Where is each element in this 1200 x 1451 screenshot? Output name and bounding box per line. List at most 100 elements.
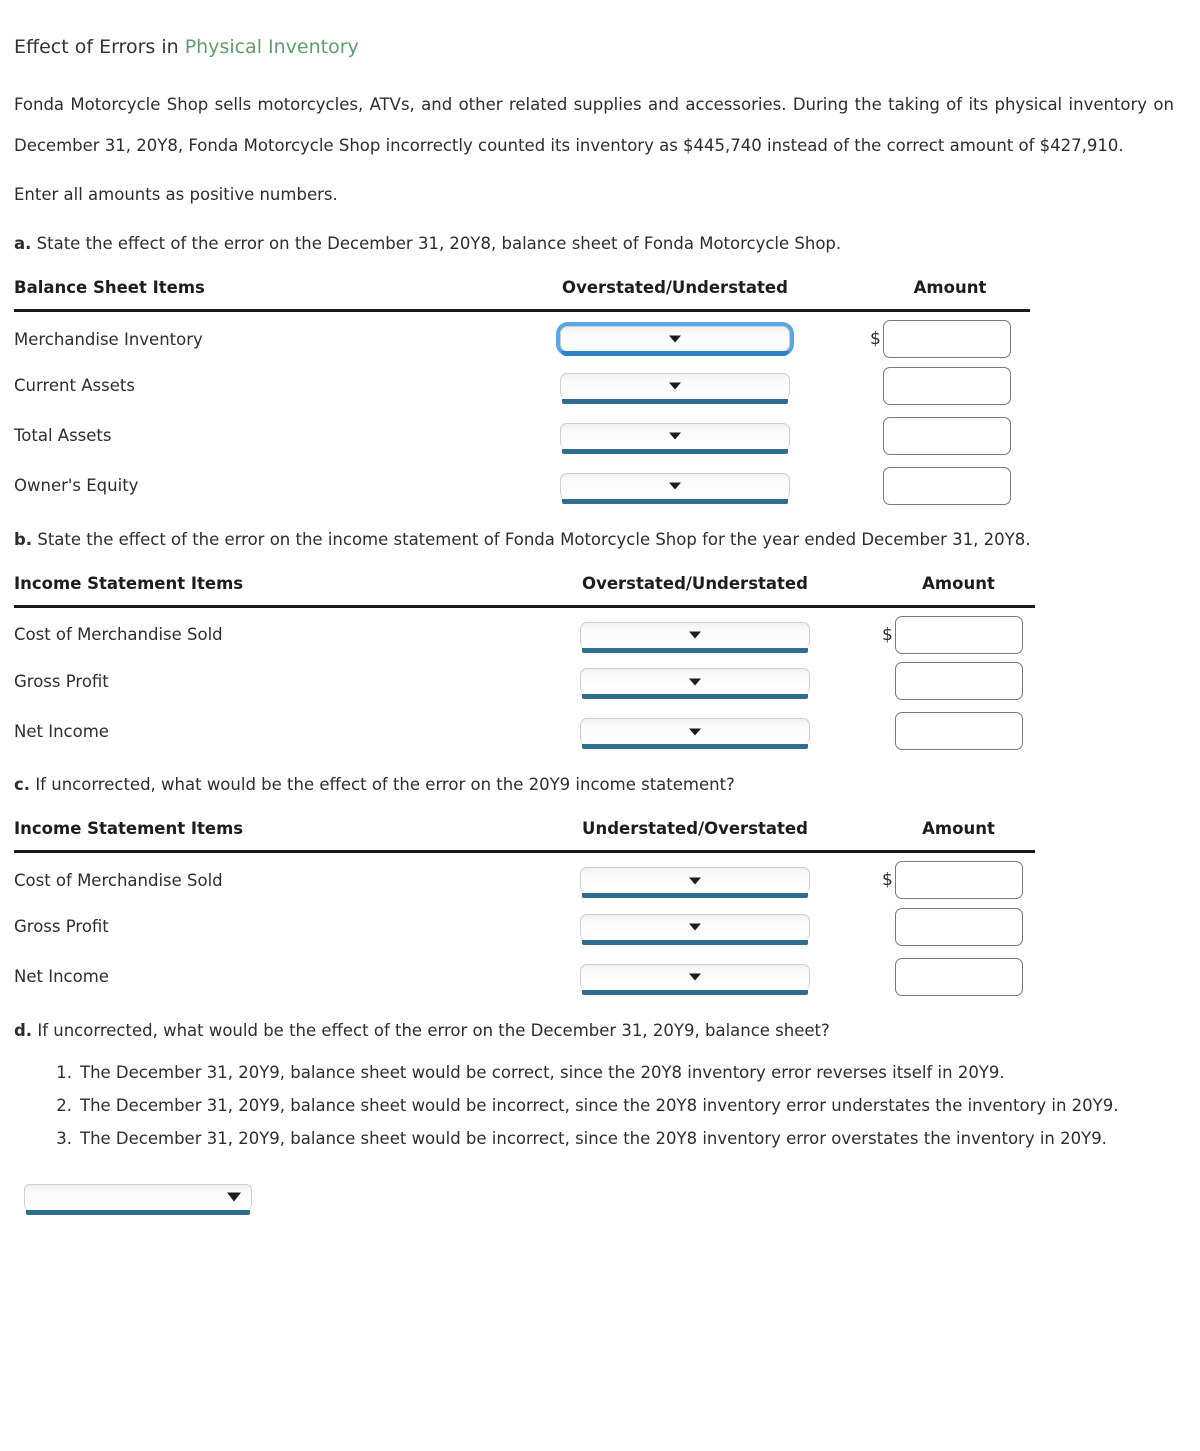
- effect-cell: [480, 461, 870, 511]
- part-d-text: If uncorrected, what would be the effect…: [37, 1020, 830, 1040]
- effect-cell: [508, 706, 882, 756]
- row-label: Merchandise Inventory: [14, 329, 203, 349]
- column-header-items: Income Statement Items: [14, 573, 508, 608]
- effect-select-owners-equity[interactable]: [560, 472, 790, 504]
- part-c-label: c.: [14, 775, 31, 794]
- chevron-down-icon: [689, 973, 701, 981]
- row-label: Current Assets: [14, 376, 135, 395]
- effect-select-current-assets[interactable]: [560, 372, 790, 404]
- table-row: Total Assets $: [14, 411, 1030, 461]
- table-row: Net Income $: [14, 952, 1035, 1002]
- column-header-effect: Understated/Overstated: [508, 819, 882, 853]
- amount-input-gross-profit-20y9[interactable]: [895, 907, 1023, 946]
- row-label: Gross Profit: [14, 917, 109, 936]
- row-label: Owner's Equity: [14, 476, 139, 495]
- effect-select-cost-of-merchandise-sold-20y8[interactable]: [580, 621, 810, 653]
- page-title-accent: Physical Inventory: [184, 36, 359, 58]
- amount-cell: $: [870, 461, 1030, 511]
- part-c-text: If uncorrected, what would be the effect…: [35, 775, 735, 794]
- list-item: The December 31, 20Y9, balance sheet wou…: [50, 1057, 1005, 1088]
- column-header-items: Income Statement Items: [14, 819, 508, 853]
- chevron-down-icon: [669, 335, 681, 343]
- dollar-sign: $: [882, 870, 893, 891]
- amount-cell: $: [882, 902, 1035, 952]
- part-d-question: d. If uncorrected, what would be the eff…: [14, 1010, 1179, 1051]
- column-header-amount: Amount: [882, 819, 1035, 853]
- table-header-row: Income Statement Items Understated/Overs…: [14, 819, 1035, 853]
- part-d-options-list: The December 31, 20Y9, balance sheet wou…: [14, 1057, 1186, 1154]
- effect-cell: [508, 952, 882, 1002]
- amount-input-cost-of-merchandise-sold-20y8[interactable]: [895, 615, 1023, 654]
- part-d-answer-row: [14, 1156, 1186, 1215]
- page-title: Effect of Errors in Physical Inventory: [14, 34, 1186, 60]
- amount-input-cost-of-merchandise-sold-20y9[interactable]: [895, 861, 1023, 900]
- intro-paragraph: Fonda Motorcycle Shop sells motorcycles,…: [14, 95, 1174, 155]
- amount-cell: $: [870, 361, 1030, 411]
- column-header-items: Balance Sheet Items: [14, 278, 480, 312]
- amount-input-gross-profit-20y8[interactable]: [895, 662, 1023, 700]
- chevron-down-icon: [689, 877, 701, 885]
- amount-input-net-income-20y8[interactable]: [895, 712, 1023, 750]
- amount-input-owners-equity[interactable]: [883, 466, 1011, 505]
- table-header-row: Balance Sheet Items Overstated/Understat…: [14, 278, 1030, 312]
- table-row: Cost of Merchandise Sold $: [14, 606, 1035, 656]
- amount-input-net-income-20y9[interactable]: [895, 957, 1023, 996]
- amount-input-total-assets[interactable]: [883, 416, 1011, 455]
- amount-cell: $: [882, 706, 1035, 756]
- effect-cell: [508, 606, 882, 656]
- income-statement-20y9-table: Income Statement Items Understated/Overs…: [14, 819, 1035, 1002]
- effect-select-gross-profit-20y8[interactable]: [580, 668, 810, 699]
- intro-instruction: Enter all amounts as positive numbers.: [14, 185, 338, 204]
- exercise-page: Effect of Errors in Physical Inventory F…: [0, 0, 1200, 1215]
- table-row: Gross Profit $: [14, 902, 1035, 952]
- column-header-effect: Overstated/Understated: [508, 573, 882, 608]
- table-row: Cost of Merchandise Sold $: [14, 852, 1035, 902]
- table-row: Owner's Equity $: [14, 461, 1030, 511]
- part-a-question: a. State the effect of the error on the …: [14, 223, 1179, 264]
- effect-select-merchandise-inventory[interactable]: [560, 326, 790, 357]
- table-row: Merchandise Inventory $: [14, 311, 1030, 361]
- effect-select-total-assets[interactable]: [560, 422, 790, 454]
- table-row: Gross Profit $: [14, 656, 1035, 706]
- list-item: The December 31, 20Y9, balance sheet wou…: [50, 1123, 1107, 1154]
- effect-cell: [508, 902, 882, 952]
- chevron-down-icon: [689, 678, 701, 685]
- part-b-question: b. State the effect of the error on the …: [14, 519, 1179, 560]
- chevron-down-icon: [669, 432, 681, 440]
- part-a-text: State the effect of the error on the Dec…: [36, 234, 842, 253]
- chevron-down-icon: [227, 1192, 241, 1202]
- amount-input-current-assets[interactable]: [883, 366, 1011, 405]
- effect-cell: [508, 656, 882, 706]
- chevron-down-icon: [689, 631, 701, 639]
- part-b-text: State the effect of the error on the inc…: [37, 529, 1031, 549]
- amount-cell: $: [882, 952, 1035, 1002]
- amount-cell: $: [870, 411, 1030, 461]
- part-d-answer-select[interactable]: [24, 1183, 252, 1215]
- effect-select-net-income-20y8[interactable]: [580, 718, 810, 749]
- part-b-label: b.: [14, 529, 33, 549]
- row-label: Net Income: [14, 721, 109, 741]
- list-item: The December 31, 20Y9, balance sheet wou…: [50, 1090, 1119, 1121]
- effect-cell: [480, 361, 870, 411]
- chevron-down-icon: [669, 382, 681, 390]
- amount-cell: $: [882, 656, 1035, 706]
- dollar-sign: $: [882, 624, 893, 645]
- effect-select-net-income-20y9[interactable]: [580, 963, 810, 995]
- amount-input-merchandise-inventory[interactable]: [883, 320, 1011, 359]
- row-label: Cost of Merchandise Sold: [14, 870, 223, 890]
- dollar-sign: $: [870, 329, 881, 350]
- row-label: Cost of Merchandise Sold: [14, 625, 223, 645]
- table-row: Net Income $: [14, 706, 1035, 756]
- part-c-question: c. If uncorrected, what would be the eff…: [14, 764, 1179, 805]
- chevron-down-icon: [689, 728, 701, 735]
- table-row: Current Assets $: [14, 361, 1030, 411]
- effect-cell: [480, 411, 870, 461]
- income-statement-20y8-table: Income Statement Items Overstated/Unders…: [14, 573, 1035, 757]
- part-a-label: a.: [14, 234, 32, 253]
- effect-select-cost-of-merchandise-sold-20y9[interactable]: [580, 867, 810, 899]
- amount-cell: $: [870, 311, 1030, 361]
- row-label: Gross Profit: [14, 671, 109, 691]
- effect-select-gross-profit-20y9[interactable]: [580, 913, 810, 945]
- chevron-down-icon: [689, 923, 701, 931]
- amount-cell: $: [882, 606, 1035, 656]
